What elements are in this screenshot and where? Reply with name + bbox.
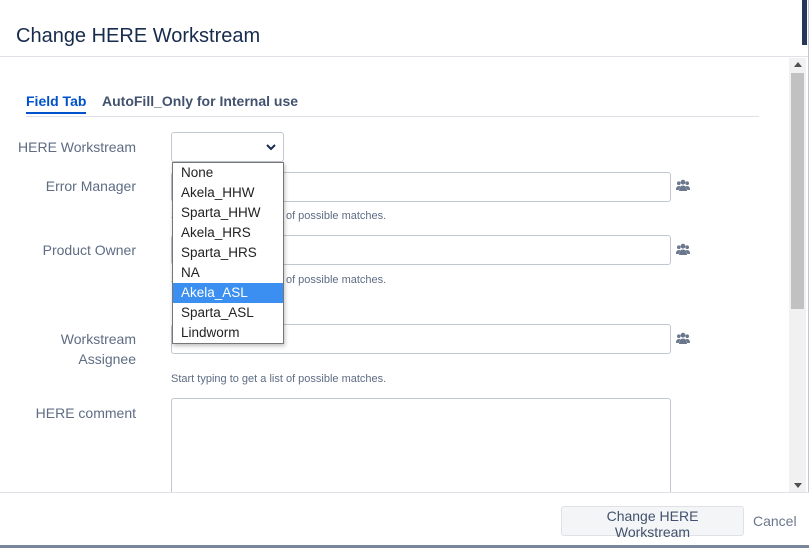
scroll-down-arrow-icon[interactable] xyxy=(794,483,802,488)
error-manager-label: Error Manager xyxy=(45,178,136,194)
scroll-up-arrow-icon[interactable] xyxy=(794,62,802,67)
product-owner-label: Product Owner xyxy=(42,242,136,258)
cancel-button[interactable]: Cancel xyxy=(748,506,802,536)
tab-field[interactable]: Field Tab xyxy=(26,93,87,114)
dialog-scrollbar[interactable] xyxy=(789,58,806,492)
background-edge xyxy=(802,0,807,45)
chevron-down-icon xyxy=(266,144,276,151)
scroll-thumb[interactable] xyxy=(791,73,804,309)
dropdown-option-akela-hhw[interactable]: Akela_HHW xyxy=(173,183,283,203)
change-workstream-dialog: Change HERE Workstream Field Tab AutoFil… xyxy=(0,0,809,548)
change-workstream-button[interactable]: Change HERE Workstream xyxy=(561,506,744,540)
dropdown-option-akela-hrs[interactable]: Akela_HRS xyxy=(173,223,283,243)
people-group-icon[interactable] xyxy=(676,179,690,191)
dialog-footer: Change HERE Workstream Cancel xyxy=(0,492,809,548)
tab-bar: Field Tab AutoFill_Only for Internal use xyxy=(26,93,759,117)
dropdown-option-sparta-hrs[interactable]: Sparta_HRS xyxy=(173,243,283,263)
workstream-assignee-label-1: Workstream xyxy=(60,331,136,347)
people-group-icon[interactable] xyxy=(676,332,690,344)
dialog-title: Change HERE Workstream xyxy=(16,25,261,47)
comment-textarea[interactable] xyxy=(171,398,671,492)
workstream-select[interactable] xyxy=(171,132,284,162)
dropdown-option-lindworm[interactable]: Lindworm xyxy=(173,323,283,343)
dialog-body: Field Tab AutoFill_Only for Internal use… xyxy=(0,58,789,492)
dropdown-option-akela-asl[interactable]: Akela_ASL xyxy=(173,283,283,303)
dialog-header: Change HERE Workstream xyxy=(0,0,809,57)
dropdown-option-sparta-asl[interactable]: Sparta_ASL xyxy=(173,303,283,323)
dropdown-option-na[interactable]: NA xyxy=(173,263,283,283)
dropdown-option-none[interactable]: None xyxy=(173,163,283,183)
workstream-label: HERE Workstream xyxy=(18,139,136,155)
dropdown-option-sparta-hhw[interactable]: Sparta_HHW xyxy=(173,203,283,223)
workstream-assignee-hint: Start typing to get a list of possible m… xyxy=(171,373,387,385)
people-group-icon[interactable] xyxy=(676,243,690,255)
workstream-dropdown-list: None Akela_HHW Sparta_HHW Akela_HRS Spar… xyxy=(172,162,284,344)
workstream-assignee-label-2: Assignee xyxy=(78,351,136,367)
comment-label: HERE comment xyxy=(35,405,136,421)
tab-autofill[interactable]: AutoFill_Only for Internal use xyxy=(102,93,298,109)
